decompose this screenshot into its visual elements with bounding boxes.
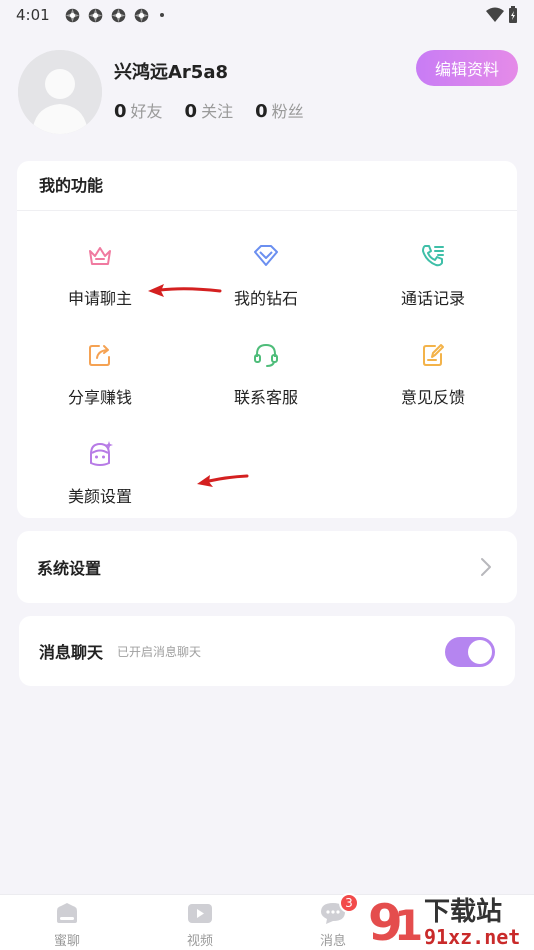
tab-messages[interactable]: 消息 3 xyxy=(293,893,373,949)
more-notifications-dot xyxy=(159,13,164,17)
stat-number: 0 xyxy=(114,101,127,122)
status-bar: 4:01 xyxy=(0,0,534,30)
stat-number: 0 xyxy=(184,101,198,122)
app-notification-icon xyxy=(88,8,102,22)
func-apply-host[interactable]: 申请聊主 xyxy=(17,241,183,321)
unread-badge: 3 xyxy=(339,893,359,913)
func-label: 美颜设置 xyxy=(67,487,132,506)
share-icon xyxy=(89,345,110,366)
stat-fans[interactable]: 0 粉丝 xyxy=(255,98,304,122)
diamond-icon xyxy=(254,245,278,266)
stat-following[interactable]: 0 关注 xyxy=(185,98,234,122)
func-label: 意见反馈 xyxy=(400,388,465,407)
beauty-face-icon xyxy=(90,441,113,467)
profile-header: 兴鸿远Ar5a8 0 好友 0 关注 0 粉丝 编辑资料 xyxy=(18,50,518,140)
stat-label: 关注 xyxy=(201,102,234,121)
func-label: 通话记录 xyxy=(400,289,465,308)
headset-icon xyxy=(254,343,278,367)
wifi-icon xyxy=(486,7,504,22)
watermark-logo: 9 1 下载站 91xz.net xyxy=(368,894,520,950)
app-notification-icon xyxy=(111,8,125,22)
crown-icon xyxy=(89,247,111,265)
func-beauty-settings[interactable]: 美颜设置 xyxy=(17,439,183,519)
default-avatar-icon xyxy=(18,50,102,134)
notification-icons xyxy=(64,7,164,24)
stat-label: 粉丝 xyxy=(271,102,304,121)
edit-profile-button[interactable]: 编辑资料 xyxy=(416,50,518,86)
annotation-arrow xyxy=(148,284,222,297)
avatar[interactable] xyxy=(18,50,102,134)
system-settings-label: 系统设置 xyxy=(37,559,102,578)
func-label: 我的钻石 xyxy=(233,289,298,308)
func-customer-service[interactable]: 联系客服 xyxy=(183,340,349,420)
message-chat-row: 消息聊天 已开启消息聊天 xyxy=(19,616,515,686)
func-label: 分享赚钱 xyxy=(67,388,132,407)
stat-label: 好友 xyxy=(130,102,163,121)
tab-video[interactable]: 视频 xyxy=(160,901,240,949)
system-settings-row[interactable]: 系统设置 xyxy=(17,531,517,603)
func-feedback[interactable]: 意见反馈 xyxy=(350,340,516,420)
func-label: 申请聊主 xyxy=(67,289,132,308)
functions-title: 我的功能 xyxy=(17,161,517,211)
app-notification-icon xyxy=(134,8,148,22)
func-my-diamonds[interactable]: 我的钻石 xyxy=(183,241,349,321)
status-right xyxy=(486,6,518,24)
tab-label: 视频 xyxy=(186,934,213,949)
message-chat-hint: 已开启消息聊天 xyxy=(117,644,202,659)
functions-card: 我的功能 申请聊主 我的钻石 通话记录 分享赚钱 联系客服 意见反馈 美颜设置 xyxy=(17,161,517,518)
video-icon xyxy=(188,904,212,923)
profile-stats: 0 好友 0 关注 0 粉丝 xyxy=(114,98,304,122)
feedback-icon xyxy=(423,344,444,366)
func-call-log[interactable]: 通话记录 xyxy=(350,241,516,321)
watermark-sub-text: 91xz.net xyxy=(424,925,520,949)
tab-mi-liao[interactable]: 蜜聊 xyxy=(27,901,107,949)
watermark-main-text: 下载站 xyxy=(424,897,502,927)
annotation-arrow xyxy=(197,474,249,487)
message-chat-toggle[interactable] xyxy=(445,637,495,667)
home-icon xyxy=(57,903,77,923)
stat-friends[interactable]: 0 好友 xyxy=(114,98,163,122)
status-time: 4:01 xyxy=(16,6,50,24)
stat-number: 0 xyxy=(255,101,268,122)
app-notification-icon xyxy=(65,8,79,22)
tab-label: 蜜聊 xyxy=(53,934,80,949)
svg-text:1: 1 xyxy=(394,901,423,950)
func-label: 联系客服 xyxy=(233,388,298,407)
tab-label: 消息 xyxy=(319,934,346,949)
func-share-earn[interactable]: 分享赚钱 xyxy=(17,340,183,420)
chevron-right-icon xyxy=(481,558,491,576)
message-chat-label: 消息聊天 xyxy=(39,643,104,662)
nickname: 兴鸿远Ar5a8 xyxy=(114,62,229,83)
phone-log-icon xyxy=(422,245,444,267)
toggle-knob xyxy=(468,640,492,664)
battery-icon xyxy=(509,6,517,23)
